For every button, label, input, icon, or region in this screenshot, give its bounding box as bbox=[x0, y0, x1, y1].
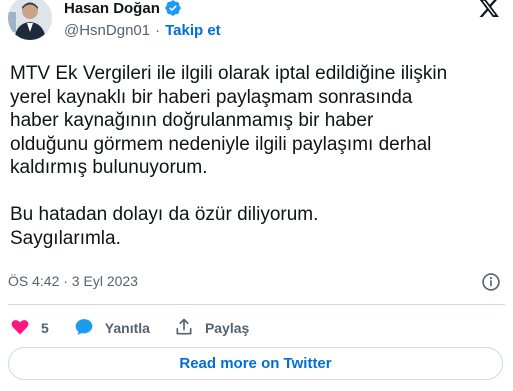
tweet-text: MTV Ek Vergileri ile ilgili olarak iptal… bbox=[10, 63, 448, 249]
read-more-label: Read more on Twitter bbox=[179, 355, 332, 372]
like-count: 5 bbox=[41, 320, 49, 336]
author-handle[interactable]: @HsnDgn01 bbox=[64, 22, 150, 39]
x-logo-icon[interactable] bbox=[478, 0, 500, 19]
name-row: Hasan Doğan bbox=[64, 0, 182, 17]
tweet-header: Hasan Doğan @HsnDgn01 · Takip et bbox=[0, 0, 513, 48]
tweet-actions: 5 Yanıtla Paylaş bbox=[10, 316, 249, 340]
like-button[interactable]: 5 bbox=[10, 317, 49, 340]
separator-dot: · bbox=[155, 22, 161, 39]
heart-icon bbox=[10, 317, 30, 340]
share-icon bbox=[174, 317, 194, 340]
follow-button[interactable]: Takip et bbox=[165, 22, 221, 39]
avatar-image bbox=[8, 0, 52, 40]
handle-row: @HsnDgn01 · Takip et bbox=[64, 22, 221, 39]
tweet-timestamp[interactable]: ÖS 4:42 · 3 Eyl 2023 bbox=[8, 273, 138, 289]
divider bbox=[8, 304, 505, 305]
author-name[interactable]: Hasan Doğan bbox=[64, 0, 160, 17]
avatar[interactable] bbox=[8, 0, 52, 40]
info-icon[interactable] bbox=[481, 272, 501, 292]
reply-button[interactable]: Yanıtla bbox=[74, 317, 150, 340]
reply-label: Yanıtla bbox=[104, 320, 150, 336]
share-button[interactable]: Paylaş bbox=[174, 317, 249, 340]
verified-badge-icon bbox=[164, 0, 182, 17]
speech-bubble-icon bbox=[74, 317, 94, 340]
share-label: Paylaş bbox=[204, 320, 250, 336]
read-more-button[interactable]: Read more on Twitter bbox=[8, 347, 503, 380]
